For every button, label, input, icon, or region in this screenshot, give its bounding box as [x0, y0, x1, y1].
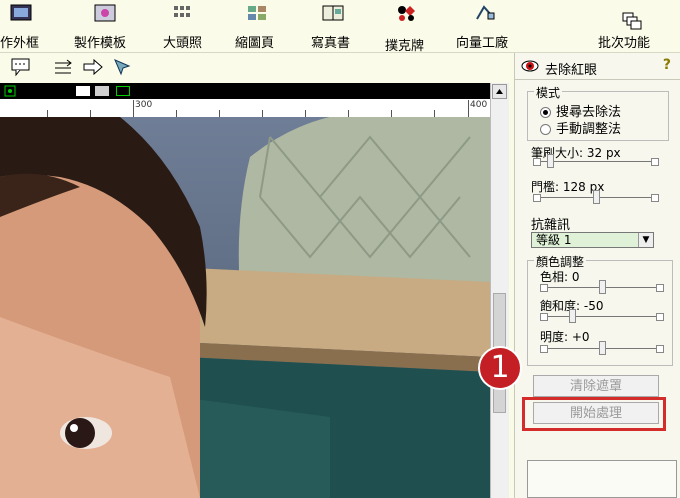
frame-icon	[10, 4, 32, 21]
radio-checked-icon	[540, 107, 551, 118]
id-photo-icon	[174, 6, 190, 17]
noise-label: 抗雜訊	[531, 218, 571, 233]
align-lines-icon[interactable]	[52, 57, 74, 77]
noise-level-value: 等級 1	[536, 233, 572, 247]
scroll-up-button[interactable]	[492, 84, 507, 99]
batch-icon	[622, 12, 642, 30]
slider-thumb[interactable]	[599, 341, 606, 355]
red-eye-panel: 去除紅眼 ? 模式 搜尋去除法 手動調整法 筆刷大小: 32 px 門檻: 12…	[514, 53, 680, 498]
panel-title: 去除紅眼	[545, 63, 598, 78]
photo-book-label: 寫真書	[311, 36, 351, 51]
mode-option-manual[interactable]: 手動調整法	[540, 118, 621, 137]
hue-slider[interactable]	[540, 280, 664, 294]
main-toolbar: 作外框 製作模板 大頭照 縮圖頁 寫真書 撲克牌 向量工廠 批次功能	[0, 0, 680, 54]
id-photo-button[interactable]: 大頭照	[150, 0, 212, 52]
brightness-label: 明度: +0	[540, 330, 590, 344]
photo-canvas[interactable]	[0, 117, 490, 498]
highlight-box	[522, 397, 666, 431]
step-number-badge: 1	[478, 346, 522, 390]
batch-label: 批次功能	[598, 36, 651, 51]
saturation-slider[interactable]	[540, 309, 664, 323]
speech-bubble-icon[interactable]	[10, 57, 32, 77]
id-photo-label: 大頭照	[163, 36, 203, 51]
slider-thumb[interactable]	[547, 154, 554, 168]
vector-factory-icon	[476, 5, 495, 20]
brightness-slider[interactable]	[540, 341, 664, 355]
secondary-toolbar	[0, 53, 510, 83]
color-adjust-group: 顏色調整 色相: 0 飽和度: -50 明度: +0	[527, 253, 673, 366]
help-icon[interactable]: ?	[663, 57, 671, 73]
arrow-up-icon	[496, 89, 503, 94]
template-label: 製作模板	[74, 36, 127, 51]
frame-button[interactable]: 作外框	[0, 0, 58, 52]
ruler-label-400: 400	[470, 100, 488, 110]
template-button[interactable]: 製作模板	[68, 0, 138, 52]
vector-factory-label: 向量工廠	[456, 36, 509, 51]
thumbnail-page-icon	[248, 6, 266, 20]
swatch-gray[interactable]	[95, 86, 109, 96]
chevron-down-icon[interactable]: ▼	[638, 233, 653, 247]
arrow-right-icon[interactable]	[82, 57, 104, 77]
eye-icon	[521, 60, 539, 72]
baby-photo	[0, 117, 490, 498]
batch-button[interactable]: 批次功能	[594, 0, 666, 52]
template-icon	[94, 4, 116, 22]
slider-thumb[interactable]	[569, 309, 576, 323]
zoom-fit-icon[interactable]	[4, 85, 16, 97]
slider-thumb[interactable]	[593, 190, 600, 204]
thumbnail-page-label: 縮圖頁	[235, 36, 275, 51]
radio-unchecked-icon	[540, 124, 551, 135]
vector-factory-button[interactable]: 向量工廠	[452, 0, 524, 52]
photo-book-icon	[322, 5, 344, 21]
poker-cards-button[interactable]: 撲克牌	[376, 0, 436, 54]
vertical-scrollbar[interactable]	[490, 83, 509, 498]
swatch-white[interactable]	[76, 86, 90, 96]
canvas-info-bar	[0, 83, 490, 99]
panel-header: 去除紅眼 ?	[515, 53, 680, 80]
mode-legend: 模式	[534, 84, 563, 101]
ruler-label-300: 300	[135, 100, 153, 110]
mode-group: 模式 搜尋去除法 手動調整法	[527, 84, 669, 141]
mode-option-manual-label: 手動調整法	[556, 122, 622, 137]
swatch-green[interactable]	[116, 86, 130, 96]
clear-mask-button[interactable]: 清除遮罩	[533, 375, 659, 397]
preview-box	[527, 460, 677, 498]
thumbnail-page-button[interactable]: 縮圖頁	[226, 0, 288, 52]
threshold-slider[interactable]	[533, 190, 659, 204]
poker-cards-icon	[398, 6, 415, 21]
cursor-icon[interactable]	[112, 57, 134, 77]
slider-thumb[interactable]	[599, 280, 606, 294]
photo-book-button[interactable]: 寫真書	[304, 0, 364, 52]
poker-cards-label: 撲克牌	[385, 39, 425, 54]
noise-level-select[interactable]: 等級 1 ▼	[531, 232, 654, 248]
brush-size-slider[interactable]	[533, 154, 659, 168]
horizontal-ruler: 300 400	[0, 99, 490, 118]
frame-label: 作外框	[0, 36, 40, 51]
